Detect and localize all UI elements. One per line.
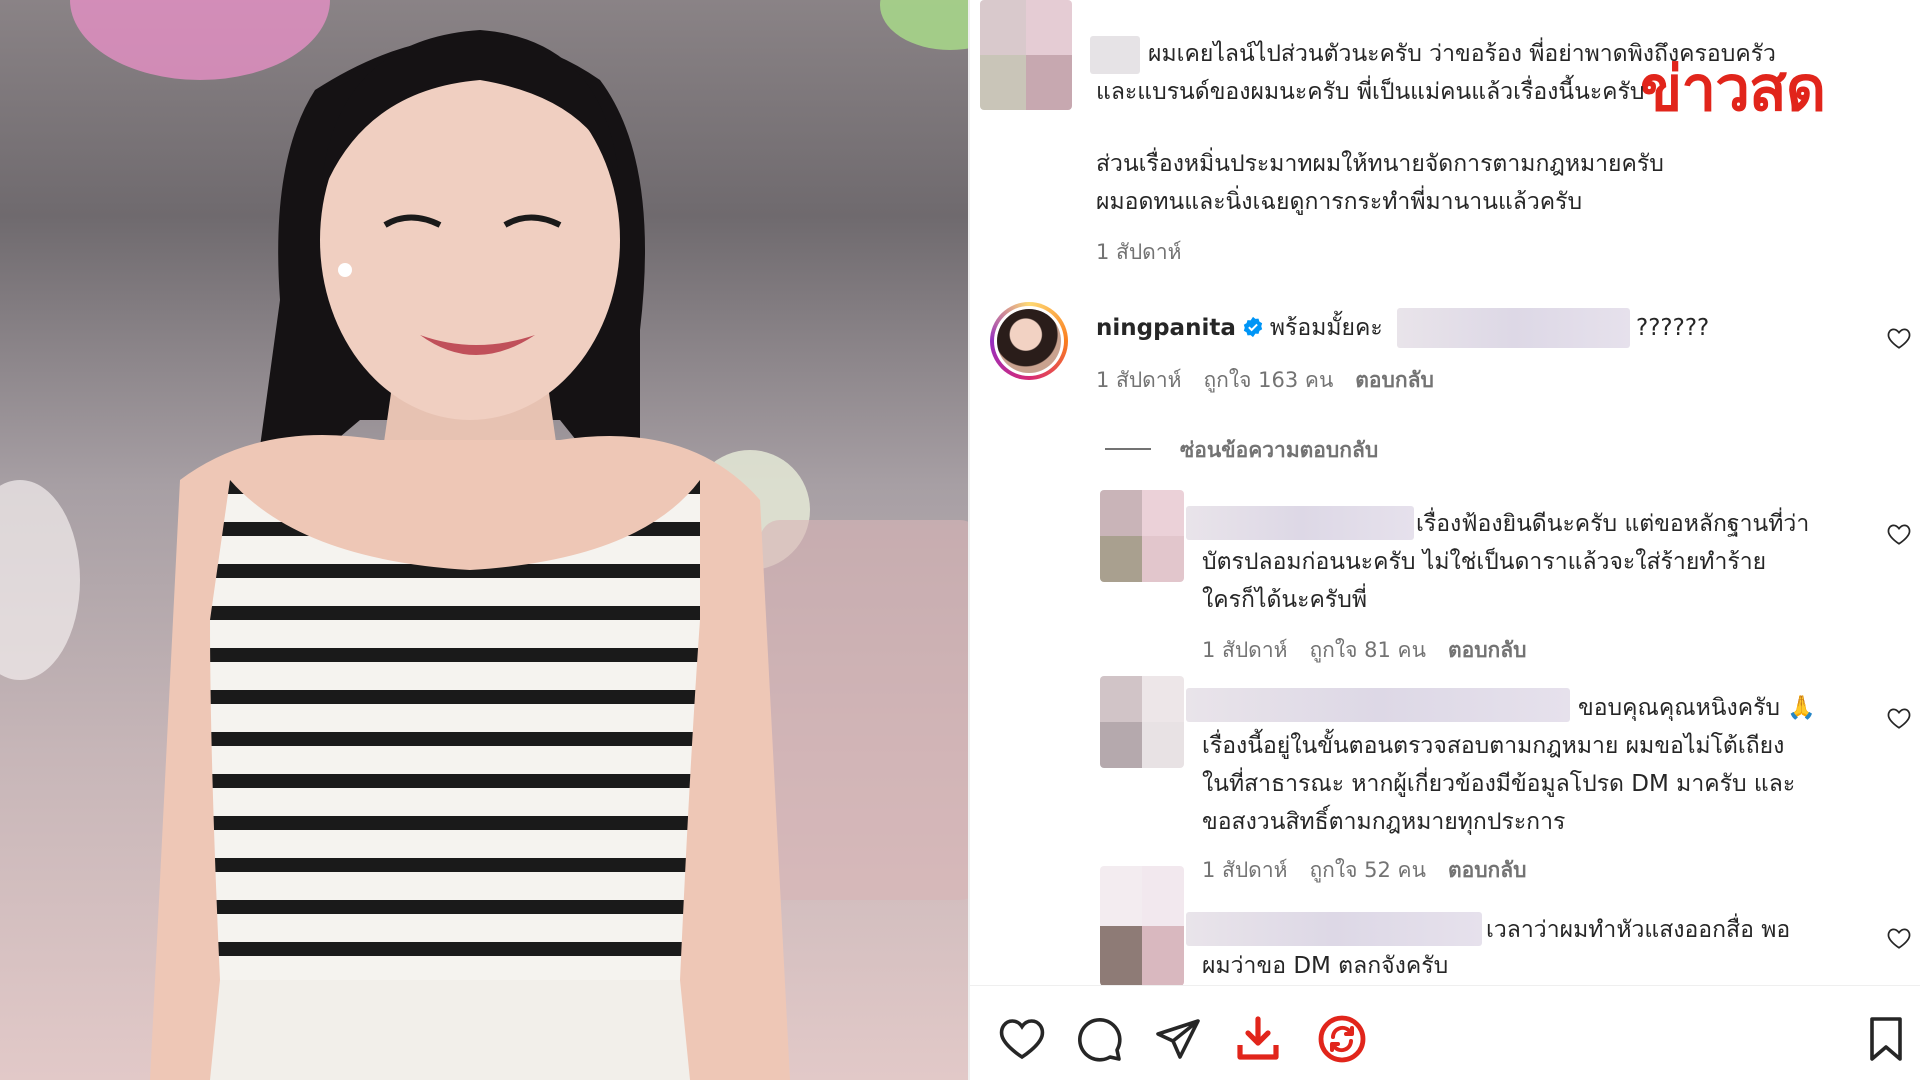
- comment-meta: 1 สัปดาห์ ถูกใจ 163 คน ตอบกลับ: [1096, 364, 1456, 397]
- caption-time: 1 สัปดาห์: [1096, 240, 1182, 264]
- reply-time: 1 สัปดาห์: [1202, 638, 1288, 662]
- blurred-username: [1186, 912, 1482, 946]
- reply-time: 1 สัปดาห์: [1202, 858, 1288, 882]
- comment-likes[interactable]: ถูกใจ 163 คน: [1203, 368, 1333, 392]
- reply-line: เวลาว่าผมทำหัวแสงออกสื่อ พอ: [1486, 917, 1791, 943]
- reply-meta: 1 สัปดาห์ ถูกใจ 81 คน ตอบกลับ: [1202, 634, 1548, 667]
- reply-line: เรื่องนี้อยู่ในขั้นตอนตรวจสอบตามกฎหมาย ผ…: [1202, 733, 1785, 759]
- blurred-avatar: [980, 0, 1072, 110]
- blurred-username: [1090, 36, 1140, 74]
- reply-line: ขอบคุณคุณหนิงครับ 🙏: [1578, 695, 1816, 721]
- reply-likes[interactable]: ถูกใจ 52 คน: [1309, 858, 1425, 882]
- reply-line: ผมว่าขอ DM ตลกจังครับ: [1202, 953, 1449, 979]
- comment-body: พร้อมมั้ยคะ: [1269, 315, 1383, 341]
- caption-line: และแบรนด์ของผมนะครับ พี่เป็นแม่คนแล้วเรื…: [1096, 79, 1645, 105]
- like-reply-heart-icon[interactable]: [1886, 706, 1912, 730]
- reply-button[interactable]: ตอบกลับ: [1355, 368, 1434, 392]
- hide-replies-button[interactable]: ซ่อนข้อความตอบกลับ: [1180, 434, 1378, 467]
- reply-meta: 1 สัปดาห์ ถูกใจ 52 คน ตอบกลับ: [1202, 854, 1548, 887]
- blurred-username: [1186, 688, 1570, 722]
- reply-likes[interactable]: ถูกใจ 81 คน: [1309, 638, 1425, 662]
- blurred-avatar: [1100, 866, 1184, 986]
- heart-icon[interactable]: [998, 1015, 1046, 1063]
- caption-line: ผมอดทนและนิ่งเฉยดูการกระทำพี่มานานแล้วคร…: [1096, 189, 1583, 215]
- like-reply-heart-icon[interactable]: [1886, 926, 1912, 950]
- comment-username[interactable]: ningpanita: [1096, 315, 1236, 341]
- caption-line: ผมเคยไลน์ไปส่วนตัวนะครับ ว่าขอร้อง พี่อย…: [1148, 41, 1776, 67]
- reply-line: ในที่สาธารณะ หากผู้เกี่ยวข้องมีข้อมูลโปร…: [1202, 771, 1796, 797]
- person-illustration: [150, 30, 790, 1080]
- blurred-mention: [1397, 308, 1630, 348]
- reply-line: เรื่องฟ้องยินดีนะครับ แต่ขอหลักฐานที่ว่า: [1416, 511, 1810, 537]
- reply-line: ใครก็ได้นะครับพี่: [1202, 587, 1367, 613]
- verified-badge-icon: [1243, 316, 1263, 338]
- download-icon[interactable]: [1234, 1015, 1282, 1063]
- like-comment-heart-icon[interactable]: [1886, 326, 1912, 350]
- reply-line: ขอสงวนสิทธิ์ตามกฎหมายทุกประการ: [1202, 809, 1566, 835]
- comment-text: ningpanita พร้อมมั้ยคะ: [1096, 310, 1383, 347]
- comment-icon[interactable]: [1076, 1015, 1124, 1063]
- hide-replies-line: [1105, 448, 1151, 450]
- blurred-avatar: [1100, 490, 1184, 582]
- reply-button[interactable]: ตอบกลับ: [1448, 638, 1527, 662]
- like-reply-heart-icon[interactable]: [1886, 522, 1912, 546]
- blurred-username: [1186, 506, 1414, 540]
- featured-photo: [0, 0, 968, 1080]
- repost-icon[interactable]: [1318, 1015, 1366, 1063]
- commenter-avatar[interactable]: [990, 302, 1068, 380]
- share-icon[interactable]: [1154, 1015, 1202, 1063]
- comment-time: 1 สัปดาห์: [1096, 368, 1182, 392]
- comment-suffix: ??????: [1636, 315, 1710, 341]
- caption-line: ส่วนเรื่องหมิ่นประมาทผมให้ทนายจัดการตามก…: [1096, 151, 1664, 177]
- blurred-avatar: [1100, 676, 1184, 768]
- reply-line: บัตรปลอมก่อนนะครับ ไม่ใช่เป็นดาราแล้วจะใ…: [1202, 549, 1767, 575]
- reply-button[interactable]: ตอบกลับ: [1448, 858, 1527, 882]
- bookmark-icon[interactable]: [1862, 1015, 1910, 1063]
